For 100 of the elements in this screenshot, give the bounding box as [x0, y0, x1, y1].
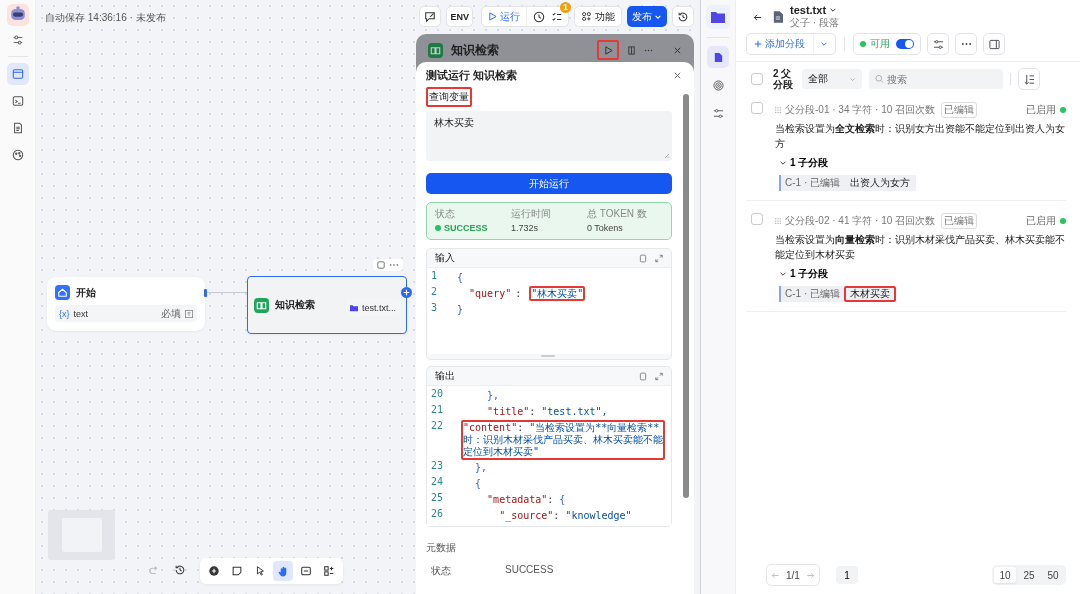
segment-status: 已启用	[1026, 214, 1056, 228]
panel-title: 测试运行 知识检索	[426, 68, 518, 83]
side-panel-icon[interactable]	[983, 33, 1005, 55]
query-input-field[interactable]: 林木买卖	[426, 111, 672, 161]
section-title: 元数据	[426, 541, 456, 555]
child-segments-toggle[interactable]: 1 子分段	[779, 267, 829, 281]
metadata-value: SUCCESS	[505, 564, 554, 577]
line-number: 23	[430, 460, 445, 472]
availability-toggle[interactable]: 可用	[853, 33, 921, 55]
code-line: }	[456, 303, 465, 317]
select-all-checkbox[interactable]	[751, 73, 763, 85]
expand-icon[interactable]	[655, 253, 663, 263]
node-title: 知识检索	[275, 298, 315, 312]
line-number: 22	[430, 420, 445, 432]
settings-sliders-icon[interactable]	[927, 33, 949, 55]
metadata-label: 状态	[430, 564, 452, 578]
checkbox-icon[interactable]	[377, 261, 385, 269]
segment-checkbox[interactable]	[751, 102, 763, 114]
code-line: {	[456, 271, 465, 285]
sort-icon[interactable]	[1018, 68, 1040, 90]
stat-value: 1.732s	[511, 223, 540, 233]
search-icon	[875, 74, 884, 84]
run-icon[interactable]	[597, 40, 619, 60]
segment-text: 当检索设置为向量检索时：识别木材采伐产品买卖、林木买卖能不能定位到木材买卖	[775, 233, 1065, 262]
knowledge-file: test.txt...	[362, 302, 396, 313]
segment-count: 2 父分段	[773, 68, 794, 90]
line-number: 20	[430, 388, 445, 400]
edited-tag: 已编辑	[941, 102, 978, 118]
stat-value: 0 Tokens	[587, 223, 624, 233]
env-button[interactable]: ENV	[446, 6, 473, 27]
line-number: 21	[430, 404, 445, 416]
workflow-icon[interactable]	[6, 63, 29, 85]
hand-tool-icon[interactable]	[273, 561, 293, 581]
more-icon[interactable]	[389, 263, 399, 267]
add-circle-icon[interactable]	[208, 565, 220, 577]
workflow-node[interactable]: 开始 {x} text 必填	[47, 277, 205, 331]
document-icon[interactable]	[707, 46, 729, 68]
plus-icon	[754, 40, 762, 48]
checklist-icon[interactable]	[551, 10, 563, 23]
settings-sliders-icon[interactable]	[11, 34, 24, 46]
notification-badge: 1	[560, 1, 571, 13]
panel-title: 知识检索	[451, 41, 499, 59]
segment-text: 当检索设置为全文检索时：识别女方出资能不能定位到出资人为女方	[775, 122, 1065, 151]
page-button[interactable]: 1	[835, 566, 858, 584]
search-field[interactable]: 搜索	[869, 69, 1003, 89]
layout-icon[interactable]	[323, 565, 335, 577]
book-icon	[254, 297, 269, 313]
page-indicator: 1/1	[786, 569, 800, 581]
parameter-name: text	[73, 308, 90, 319]
page-size-option[interactable]: 50	[1042, 567, 1064, 583]
required-label: 必填	[161, 306, 181, 321]
block-title: 输入	[435, 251, 456, 265]
filter-select[interactable]: 全部	[802, 69, 862, 89]
drag-handle-icon[interactable]	[775, 218, 781, 224]
robot-logo-icon[interactable]	[6, 4, 29, 26]
caret-icon	[779, 270, 787, 278]
play-icon	[488, 12, 497, 21]
variable-icon: {x}	[59, 308, 70, 319]
workflow-node[interactable]: 知识检索 test.txt...	[247, 276, 407, 334]
line-number: 24	[430, 476, 445, 488]
pointer-icon[interactable]	[254, 565, 266, 577]
child-segments-toggle[interactable]: 1 子分段	[779, 156, 829, 170]
folder-icon[interactable]	[706, 5, 730, 29]
add-node-icon[interactable]	[401, 287, 412, 298]
start-run-button[interactable]: 开始运行	[426, 173, 672, 194]
line-number: 1	[430, 270, 439, 282]
clock-run-icon[interactable]	[533, 10, 545, 23]
features-button[interactable]: 功能	[574, 6, 622, 27]
comment-edit-icon[interactable]	[419, 6, 442, 27]
folder-icon	[350, 303, 358, 312]
text-type-icon	[185, 309, 193, 318]
close-icon[interactable]	[673, 71, 682, 80]
search-input[interactable]: 搜索	[887, 72, 997, 86]
document-title[interactable]: test.txt	[790, 4, 827, 16]
line-number: 2	[430, 286, 439, 298]
caret-icon[interactable]	[820, 40, 828, 48]
close-icon[interactable]	[673, 45, 682, 55]
code-line: },	[474, 461, 489, 475]
publish-button[interactable]: 发布	[627, 6, 667, 27]
home-icon	[55, 285, 70, 300]
connector-line	[205, 292, 247, 293]
book-icon	[428, 42, 443, 58]
page-size-option[interactable]: 10	[994, 567, 1016, 583]
frame-icon[interactable]	[300, 565, 312, 577]
copy-icon[interactable]	[639, 371, 647, 381]
page-size-option[interactable]: 25	[1018, 567, 1040, 583]
autosave-status: 自动保存 14:36:16 · 未发布	[45, 11, 166, 25]
copy-icon[interactable]	[639, 253, 647, 263]
split-view-icon[interactable]	[627, 45, 636, 55]
block-title: 输出	[435, 369, 456, 383]
caret-icon	[779, 159, 787, 167]
expand-icon[interactable]	[655, 371, 663, 381]
resize-handle-icon[interactable]	[664, 153, 670, 159]
history-icon[interactable]	[174, 564, 186, 576]
drag-handle-icon[interactable]	[775, 107, 781, 113]
back-arrow-icon[interactable]	[753, 12, 762, 22]
segment-checkbox[interactable]	[751, 213, 763, 225]
note-icon[interactable]	[231, 565, 243, 577]
caret-icon[interactable]	[829, 6, 838, 14]
stat-label: 运行时间	[511, 207, 552, 221]
